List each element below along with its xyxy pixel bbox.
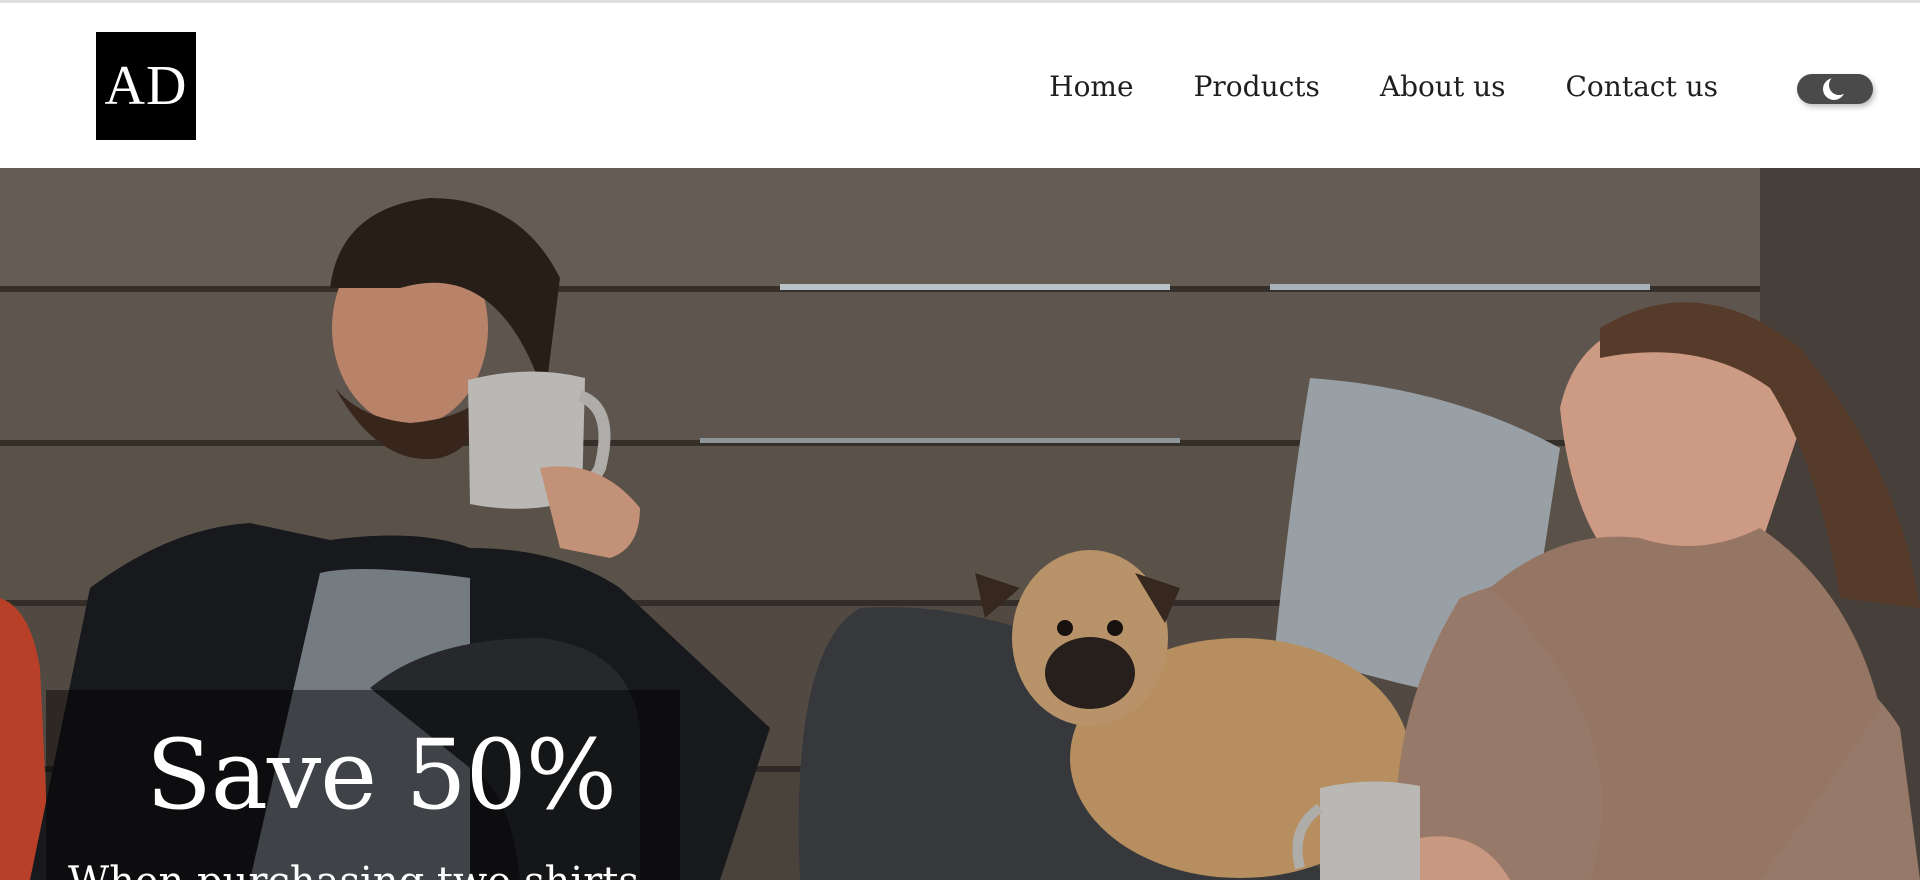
main-navigation: Home Products About us Contact us	[1049, 67, 1718, 107]
promo-panel: Save 50% When purchasing two shirts	[46, 690, 680, 880]
moon-icon	[1823, 75, 1849, 100]
brand-logo[interactable]: AD	[96, 32, 196, 140]
nav-link-contact-us[interactable]: Contact us	[1566, 67, 1719, 107]
nav-link-about-us[interactable]: About us	[1380, 67, 1506, 107]
promo-title: Save 50%	[146, 719, 617, 831]
nav-link-products[interactable]: Products	[1194, 67, 1320, 107]
hero-banner: Save 50% When purchasing two shirts	[0, 168, 1920, 880]
site-header: AD Home Products About us Contact us	[0, 3, 1920, 168]
nav-link-home[interactable]: Home	[1049, 67, 1133, 107]
promo-subtitle: When purchasing two shirts	[68, 858, 639, 880]
theme-toggle-switch[interactable]	[1797, 74, 1873, 104]
